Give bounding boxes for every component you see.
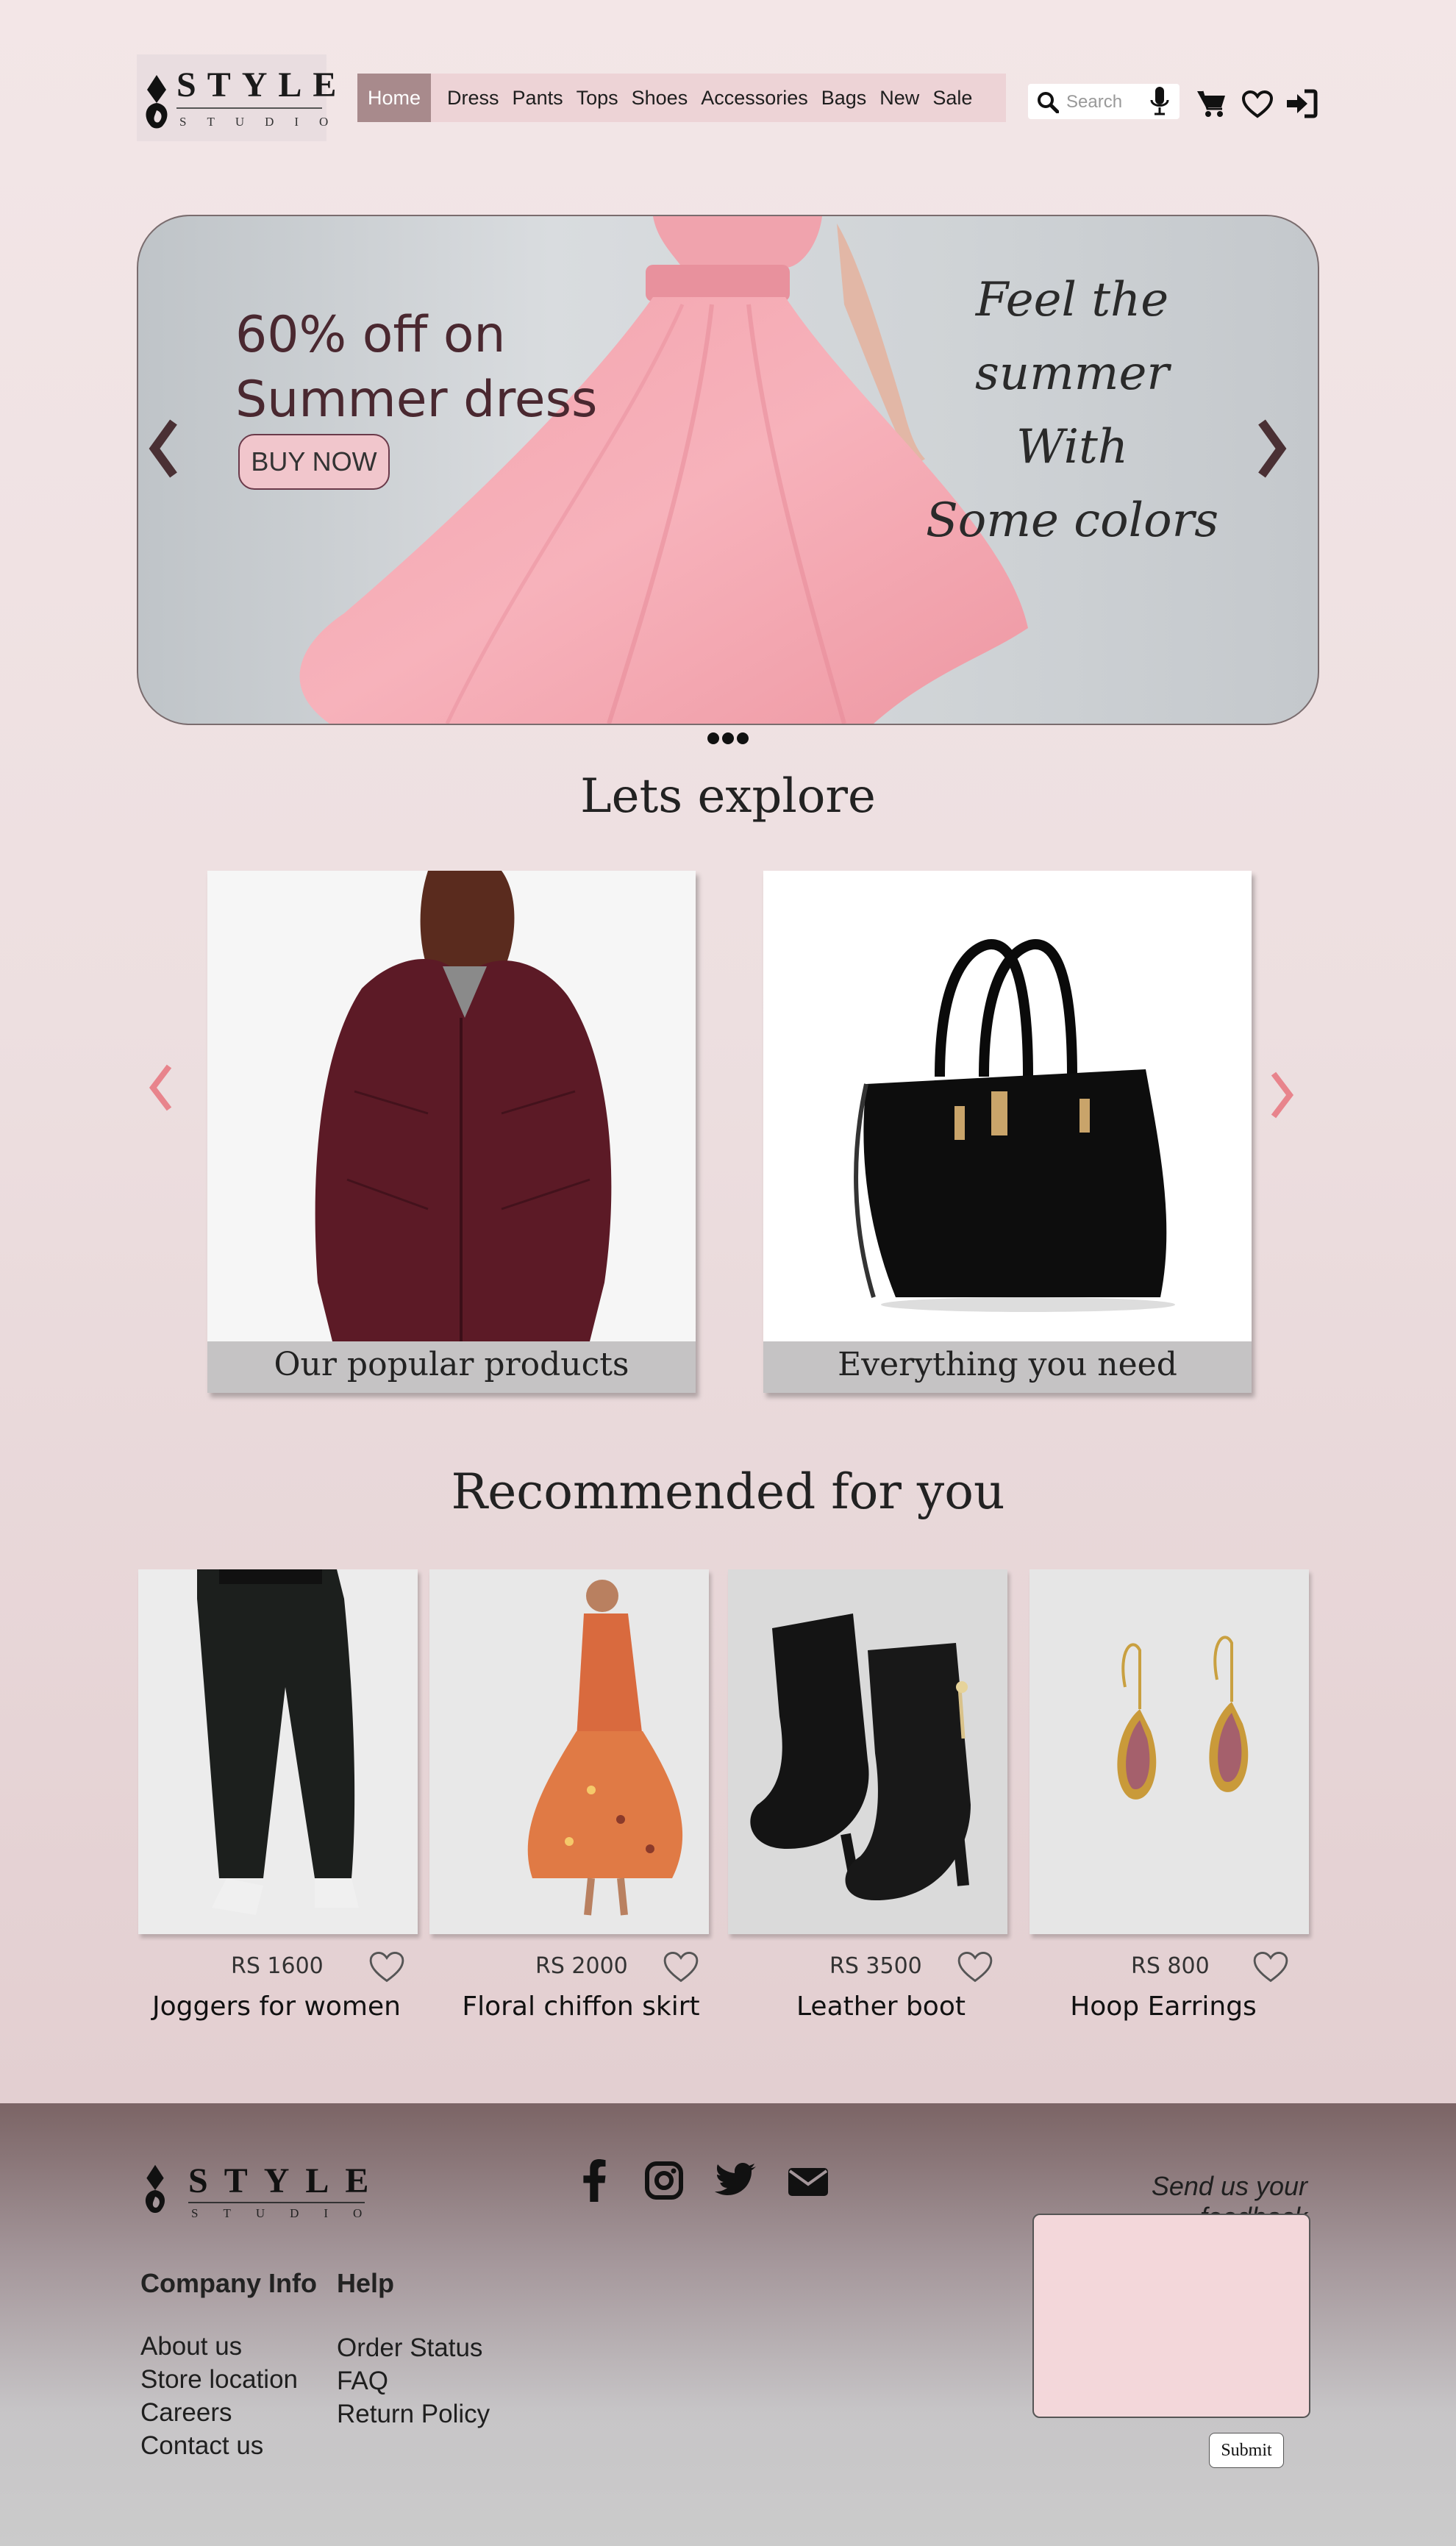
nav-dress[interactable]: Dress [440, 87, 506, 110]
hero-tagline-line1: Feel the summer [975, 273, 1169, 401]
microphone-icon[interactable] [1149, 85, 1171, 116]
product-card-floral-skirt[interactable] [429, 1569, 709, 1934]
nav-tops[interactable]: Tops [570, 87, 625, 110]
product-name[interactable]: Leather boot [734, 1991, 1028, 2022]
explore-heading: Lets explore [580, 769, 876, 824]
logo-emblem-icon [145, 2164, 165, 2214]
logo-emblem-icon [146, 75, 168, 129]
product-price: RS 1600 [231, 1953, 324, 1979]
logo-subtitle: STUDIO [179, 115, 349, 129]
explore-prev-arrow-icon[interactable] [149, 1063, 174, 1112]
hero-headline-line2: Summer dress [235, 371, 598, 429]
email-icon[interactable] [788, 2165, 828, 2196]
product-name[interactable]: Joggers for women [129, 1991, 424, 2022]
coat-image [207, 871, 696, 1341]
product-card-joggers[interactable] [138, 1569, 418, 1934]
footer-company-links: About us Store location Careers Contact … [140, 2330, 298, 2462]
hero-next-arrow-icon[interactable] [1257, 419, 1287, 478]
footer-link-about[interactable]: About us [140, 2330, 298, 2363]
hero-tagline-line3: Some colors [925, 493, 1219, 548]
buy-now-button[interactable]: BUY NOW [238, 434, 390, 490]
footer-logo-divider [188, 2202, 365, 2203]
footer-logo-wordmark: STYLE [188, 2161, 385, 2200]
product-price: RS 800 [1131, 1953, 1210, 1979]
nav-bags[interactable]: Bags [815, 87, 874, 110]
explore-caption-everything: Everything you need [763, 1341, 1252, 1393]
add-to-wishlist-heart-icon[interactable] [368, 1950, 406, 1984]
footer-logo[interactable]: STYLE STUDIO [140, 2158, 382, 2224]
footer-link-careers[interactable]: Careers [140, 2396, 298, 2429]
nav-shoes[interactable]: Shoes [625, 87, 695, 110]
footer-link-order-status[interactable]: Order Status [337, 2331, 490, 2364]
search-input[interactable] [1065, 88, 1149, 116]
joggers-image [138, 1569, 418, 1934]
hero-slide-dots [707, 732, 749, 744]
hero-headline-line1: 60% off on [235, 306, 506, 364]
nav-home[interactable]: Home [357, 74, 432, 122]
footer-link-contact[interactable]: Contact us [140, 2429, 298, 2462]
product-card-leather-boot[interactable] [728, 1569, 1007, 1934]
slide-dot-1[interactable] [707, 732, 719, 744]
handbag-image [763, 871, 1252, 1341]
sign-in-icon[interactable] [1285, 88, 1318, 119]
cart-icon[interactable] [1196, 88, 1227, 119]
explore-card-popular[interactable]: Our popular products [207, 871, 696, 1393]
instagram-icon[interactable] [644, 2161, 684, 2200]
logo-divider [176, 107, 322, 109]
footer-help-heading: Help [337, 2268, 395, 2298]
nav-new[interactable]: New [873, 87, 926, 110]
product-card-hoop-earrings[interactable] [1029, 1569, 1309, 1934]
add-to-wishlist-heart-icon[interactable] [662, 1950, 700, 1984]
add-to-wishlist-heart-icon[interactable] [956, 1950, 994, 1984]
floral-dress-image [429, 1569, 709, 1934]
slide-dot-3[interactable] [737, 732, 749, 744]
boots-image [728, 1569, 1007, 1934]
product-name[interactable]: Hoop Earrings [1016, 1991, 1310, 2022]
hero-tagline: Feel the summer With Some colors [903, 263, 1241, 557]
footer-link-store-location[interactable]: Store location [140, 2363, 298, 2396]
explore-card-everything[interactable]: Everything you need [763, 871, 1252, 1393]
logo[interactable]: STYLE STUDIO [137, 54, 336, 141]
slide-dot-2[interactable] [722, 732, 734, 744]
earrings-image [1029, 1569, 1309, 1934]
product-price: RS 2000 [535, 1953, 628, 1979]
nav-accessories[interactable]: Accessories [694, 87, 815, 110]
twitter-icon[interactable] [715, 2162, 756, 2197]
main-nav: Home Dress Pants Tops Shoes Accessories … [357, 74, 1006, 122]
recommended-heading: Recommended for you [451, 1463, 1005, 1520]
nav-sale[interactable]: Sale [926, 87, 979, 110]
wishlist-heart-icon[interactable] [1241, 90, 1274, 119]
logo-wordmark: STYLE [176, 65, 348, 104]
product-name[interactable]: Floral chiffon skirt [434, 1991, 728, 2022]
submit-button[interactable]: Submit [1209, 2433, 1284, 2468]
footer-link-return-policy[interactable]: Return Policy [337, 2397, 490, 2431]
footer-company-heading: Company Info [140, 2268, 317, 2298]
footer-link-faq[interactable]: FAQ [337, 2364, 490, 2397]
nav-pants[interactable]: Pants [506, 87, 570, 110]
hero-prev-arrow-icon[interactable] [149, 419, 178, 478]
add-to-wishlist-heart-icon[interactable] [1252, 1950, 1290, 1984]
footer-help-links: Order Status FAQ Return Policy [337, 2331, 490, 2431]
footer-logo-subtitle: STUDIO [191, 2206, 388, 2220]
feedback-textarea[interactable] [1032, 2214, 1310, 2418]
facebook-icon[interactable] [578, 2159, 612, 2202]
explore-next-arrow-icon[interactable] [1269, 1071, 1294, 1119]
hero-tagline-line2: With [1016, 420, 1129, 474]
explore-caption-popular: Our popular products [207, 1341, 696, 1393]
hero-banner: 60% off on Summer dress BUY NOW Feel the… [137, 215, 1319, 725]
product-price: RS 3500 [829, 1953, 922, 1979]
hero-headline: 60% off on Summer dress [235, 303, 597, 432]
search-icon[interactable] [1037, 91, 1059, 113]
